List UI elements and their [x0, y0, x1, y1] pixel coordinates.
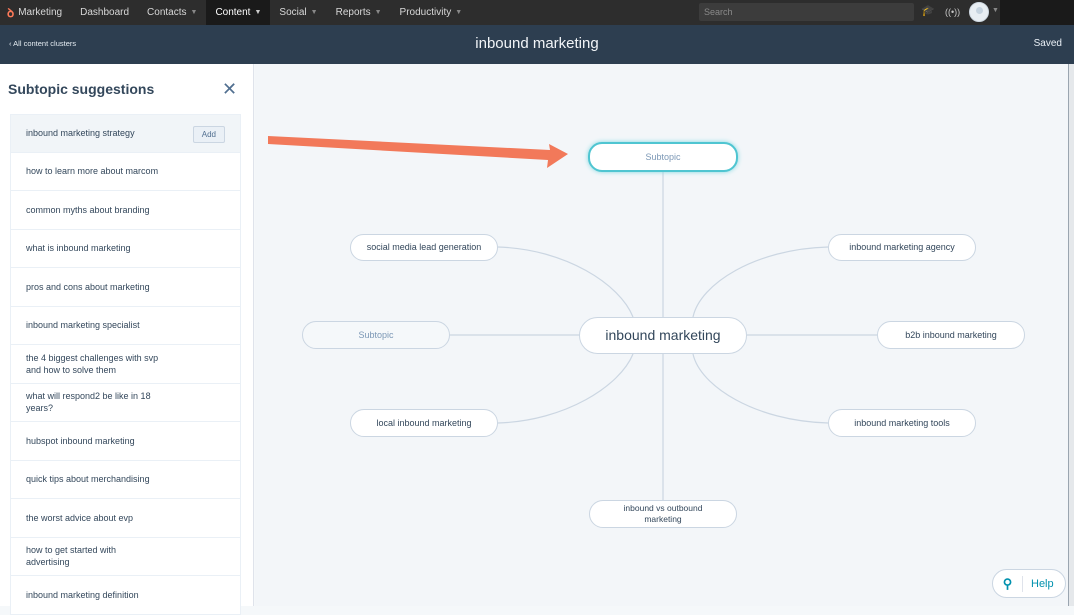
suggestion-item[interactable]: the worst advice about evp	[10, 499, 241, 538]
suggestion-item[interactable]: quick tips about merchandising	[10, 460, 241, 499]
help-label: Help	[1031, 577, 1054, 590]
subtopic-node-lower-left[interactable]: local inbound marketing	[350, 409, 498, 437]
nav-marketing[interactable]: ꝺ Marketing	[0, 0, 71, 25]
annotation-arrow	[268, 136, 568, 168]
link-upper-right	[692, 246, 829, 318]
suggestion-label: what will respond2 be like in 18 years?	[26, 391, 151, 414]
suggestion-label: how to learn more about marcom	[26, 166, 159, 177]
subtopic-node-lower-right[interactable]: inbound marketing tools	[828, 409, 976, 437]
suggestion-label: common myths about branding	[26, 204, 150, 215]
nav-content[interactable]: Content ▼	[206, 0, 271, 25]
hubspot-logo-icon: ꝺ	[7, 6, 15, 20]
suggestion-item[interactable]: how to get started with advertising	[10, 537, 241, 576]
chevron-down-icon: ▼	[374, 9, 382, 16]
subtopic-suggestions-panel: Subtopic suggestions ✕ inbound marketing…	[0, 64, 254, 615]
link-lower-left	[497, 353, 634, 424]
avatar[interactable]	[969, 2, 989, 22]
suggestion-item[interactable]: inbound marketing specialist	[10, 306, 241, 345]
topnav-end-area	[1000, 0, 1074, 25]
suggestion-item[interactable]: pros and cons about marketing	[10, 268, 241, 307]
cluster-canvas[interactable]: Subtopic social media lead generation Su…	[255, 64, 1068, 606]
add-subtopic-button[interactable]: Add	[192, 126, 225, 143]
suggestion-label: quick tips about merchandising	[26, 474, 150, 485]
window-edge	[1068, 64, 1074, 606]
search-input[interactable]	[699, 3, 914, 21]
chevron-down-icon[interactable]: ▼	[992, 7, 999, 14]
nav-label: Reports	[335, 7, 371, 18]
suggestion-item[interactable]: common myths about branding	[10, 191, 241, 230]
suggestion-item[interactable]: inbound marketing strategy Add	[10, 114, 241, 153]
notifications-icon[interactable]: ((•))	[945, 7, 960, 17]
chevron-down-icon: ▼	[190, 9, 198, 16]
nav-brand-label: Marketing	[18, 7, 63, 18]
subtopic-node-upper-right[interactable]: inbound marketing agency	[828, 234, 976, 261]
top-navigation: ꝺ Marketing Dashboard Contacts ▼ Content ▼…	[0, 0, 1074, 25]
suggestion-item[interactable]: what will respond2 be like in 18 years?	[10, 383, 241, 422]
subtopic-node-left[interactable]: Subtopic	[302, 321, 450, 349]
nav-label: Contacts	[147, 7, 187, 18]
core-topic-node[interactable]: inbound marketing	[579, 317, 747, 354]
suggestion-label: inbound marketing definition	[26, 589, 139, 600]
panel-title: Subtopic suggestions	[8, 81, 155, 97]
suggestion-item[interactable]: inbound marketing definition	[10, 576, 241, 615]
nav-label: Dashboard	[80, 7, 130, 18]
suggestion-label: hubspot inbound marketing	[26, 435, 135, 446]
subtopic-node-bottom[interactable]: inbound vs outbound marketing	[589, 500, 737, 528]
suggestion-item[interactable]: how to learn more about marcom	[10, 152, 241, 191]
page-title: inbound marketing	[475, 35, 599, 52]
suggestion-item[interactable]: what is inbound marketing	[10, 229, 241, 268]
subtopic-node-top[interactable]: Subtopic	[588, 142, 738, 172]
suggestion-item[interactable]: hubspot inbound marketing	[10, 422, 241, 461]
cluster-header: ‹ All content clusters inbound marketing…	[0, 25, 1074, 64]
nav-social[interactable]: Social ▼	[270, 0, 326, 25]
suggestion-label: the 4 biggest challenges with svp and ho…	[26, 352, 159, 375]
link-lower-right	[692, 353, 829, 424]
subtopic-node-right[interactable]: b2b inbound marketing	[877, 321, 1025, 349]
nav-dashboard[interactable]: Dashboard	[71, 0, 138, 25]
chevron-down-icon: ▼	[310, 9, 318, 16]
help-button[interactable]: ⚲ Help	[992, 569, 1066, 598]
nav-contacts[interactable]: Contacts ▼	[138, 0, 206, 25]
close-icon[interactable]: ✕	[222, 80, 237, 98]
nav-productivity[interactable]: Productivity ▼	[391, 0, 472, 25]
suggestion-label: how to get started with advertising	[26, 545, 117, 568]
nav-reports[interactable]: Reports ▼	[327, 0, 391, 25]
suggestion-label: the worst advice about evp	[26, 512, 134, 523]
nav-label: Social	[279, 7, 307, 18]
suggestion-label: inbound marketing strategy	[26, 128, 135, 139]
save-status: Saved	[1033, 38, 1062, 49]
chevron-down-icon: ▼	[455, 9, 463, 16]
academy-icon[interactable]: 🎓	[921, 4, 935, 17]
suggestion-label: pros and cons about marketing	[26, 281, 150, 292]
suggestion-label: what is inbound marketing	[26, 243, 131, 254]
search-icon: ⚲	[993, 575, 1023, 592]
link-upper-left	[497, 246, 634, 318]
suggestion-item[interactable]: the 4 biggest challenges with svp and ho…	[10, 345, 241, 384]
nav-label: Content	[215, 7, 251, 18]
suggestion-list: inbound marketing strategy Add how to lear…	[10, 114, 241, 615]
chevron-down-icon: ▼	[254, 9, 262, 16]
suggestion-label: inbound marketing specialist	[26, 320, 140, 331]
subtopic-node-upper-left[interactable]: social media lead generation	[350, 234, 498, 261]
nav-label: Productivity	[399, 7, 452, 18]
